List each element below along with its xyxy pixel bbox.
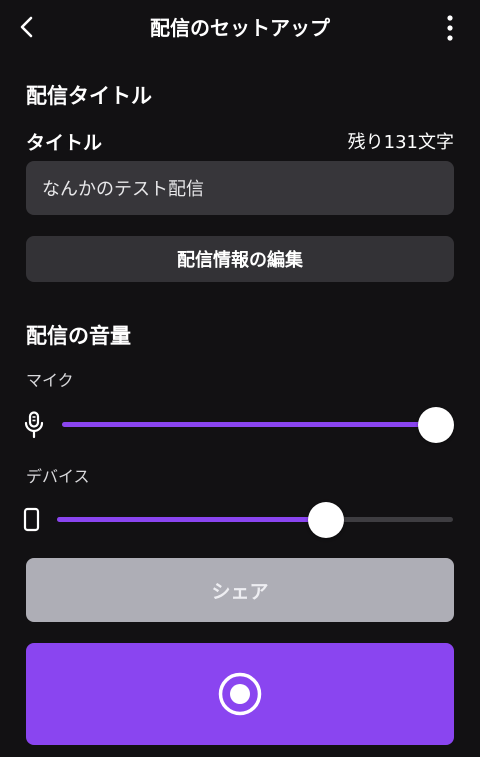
title-input[interactable] xyxy=(26,161,454,215)
mic-volume-label: マイク xyxy=(26,371,74,390)
remaining-characters: 残り131文字 xyxy=(347,132,454,153)
title-field-label: タイトル xyxy=(26,132,103,154)
device-volume-fill xyxy=(57,517,327,522)
device-volume-slider[interactable] xyxy=(57,501,453,538)
device-volume-label: デバイス xyxy=(26,467,90,486)
share-button[interactable]: シェア xyxy=(26,558,454,622)
more-vertical-icon xyxy=(447,15,453,41)
stream-volume-heading: 配信の音量 xyxy=(26,324,131,348)
mic-volume-fill xyxy=(62,422,436,427)
record-icon xyxy=(218,672,262,716)
mic-volume-thumb[interactable] xyxy=(418,406,454,443)
page-title: 配信のセットアップ xyxy=(150,16,330,40)
mic-volume-slider[interactable] xyxy=(62,406,454,443)
start-recording-button[interactable] xyxy=(26,643,454,745)
stream-title-heading: 配信タイトル xyxy=(26,84,152,108)
top-app-bar: 配信のセットアップ xyxy=(0,0,480,56)
more-options-button[interactable] xyxy=(442,12,458,44)
smartphone-icon xyxy=(22,506,42,534)
device-volume-thumb[interactable] xyxy=(308,501,345,538)
microphone-icon xyxy=(22,410,46,440)
edit-stream-info-button[interactable]: 配信情報の編集 xyxy=(26,236,454,282)
